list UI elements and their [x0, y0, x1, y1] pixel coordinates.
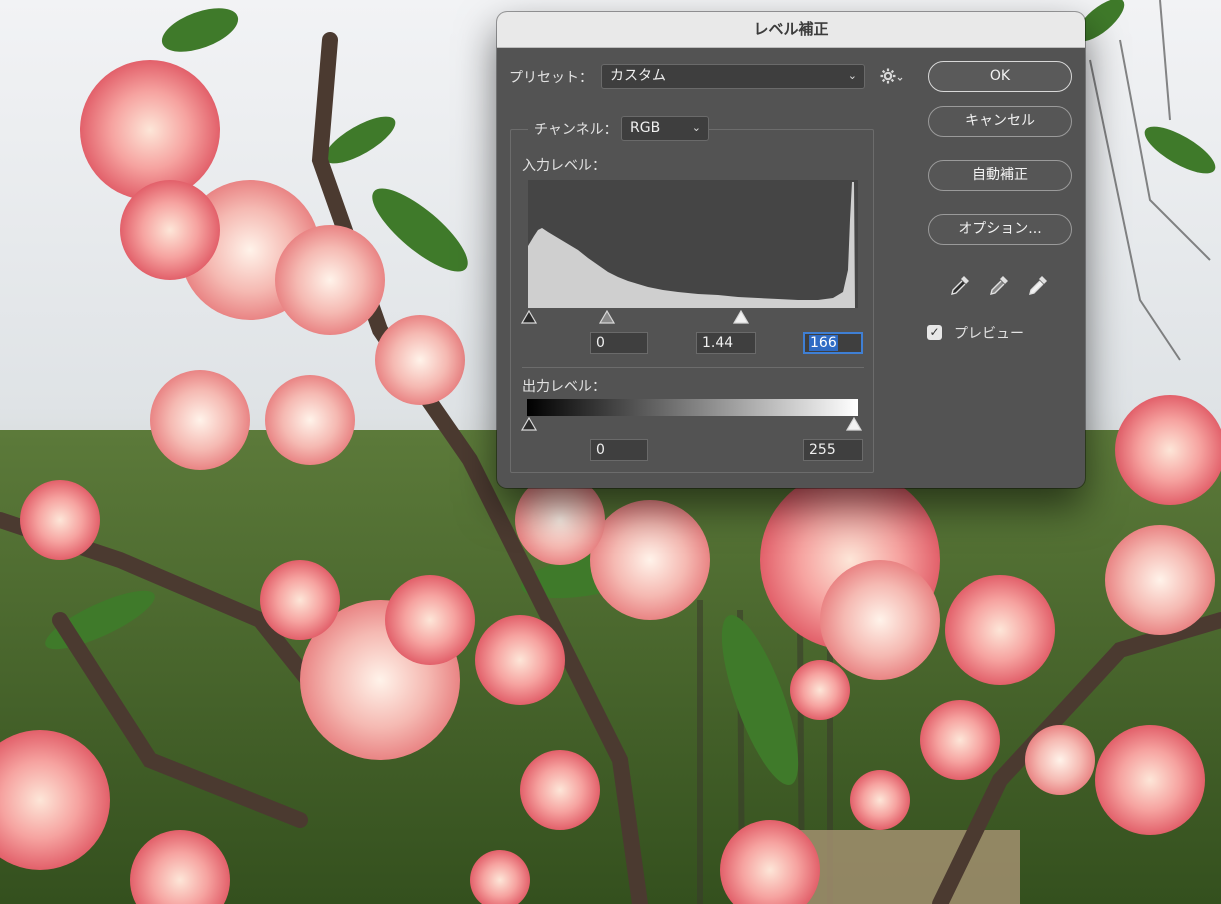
gear-icon[interactable] [880, 67, 904, 85]
input-black-field[interactable]: 0 [590, 332, 648, 354]
preview-checkbox[interactable]: ✓ [927, 325, 942, 340]
preview-label: プレビュー [954, 326, 1024, 342]
output-levels-label: 出力レベル： [522, 379, 606, 395]
chevron-down-icon: ⌄ [847, 69, 857, 82]
output-white-slider[interactable] [846, 417, 862, 431]
preset-value: カスタム [610, 68, 666, 84]
auto-button[interactable]: 自動補正 [928, 160, 1072, 191]
input-gamma-field[interactable]: 1.44 [696, 332, 756, 354]
output-gradient-bar [527, 399, 858, 416]
white-point-eyedropper-icon[interactable] [1026, 273, 1050, 297]
histogram [528, 180, 858, 308]
preset-label: プリセット： [509, 70, 593, 86]
input-white-field[interactable]: 166 [803, 332, 863, 354]
black-point-eyedropper-icon[interactable] [948, 273, 972, 297]
input-gamma-slider[interactable] [599, 310, 615, 324]
chevron-down-icon: ⌄ [691, 121, 701, 134]
dialog-title: レベル補正 [497, 12, 1085, 48]
gray-point-eyedropper-icon[interactable] [987, 273, 1011, 297]
input-white-value: 166 [809, 335, 838, 351]
channel-label: チャンネル： [528, 119, 624, 139]
channel-select[interactable]: RGB ⌄ [621, 116, 709, 141]
levels-dialog: レベル補正 プリセット： カスタム ⌄ チャンネル： RGB ⌄ 入力レベル： [497, 12, 1085, 488]
options-button[interactable]: オプション... [928, 214, 1072, 245]
output-white-field[interactable]: 255 [803, 439, 863, 461]
input-white-slider[interactable] [733, 310, 749, 324]
input-levels-label: 入力レベル： [522, 158, 606, 174]
channel-value: RGB [630, 120, 661, 136]
output-black-slider[interactable] [521, 417, 537, 431]
preset-select[interactable]: カスタム ⌄ [601, 64, 865, 89]
output-black-field[interactable]: 0 [590, 439, 648, 461]
ok-button[interactable]: OK [928, 61, 1072, 92]
input-black-slider[interactable] [521, 310, 537, 324]
divider [522, 367, 864, 368]
cancel-button[interactable]: キャンセル [928, 106, 1072, 137]
